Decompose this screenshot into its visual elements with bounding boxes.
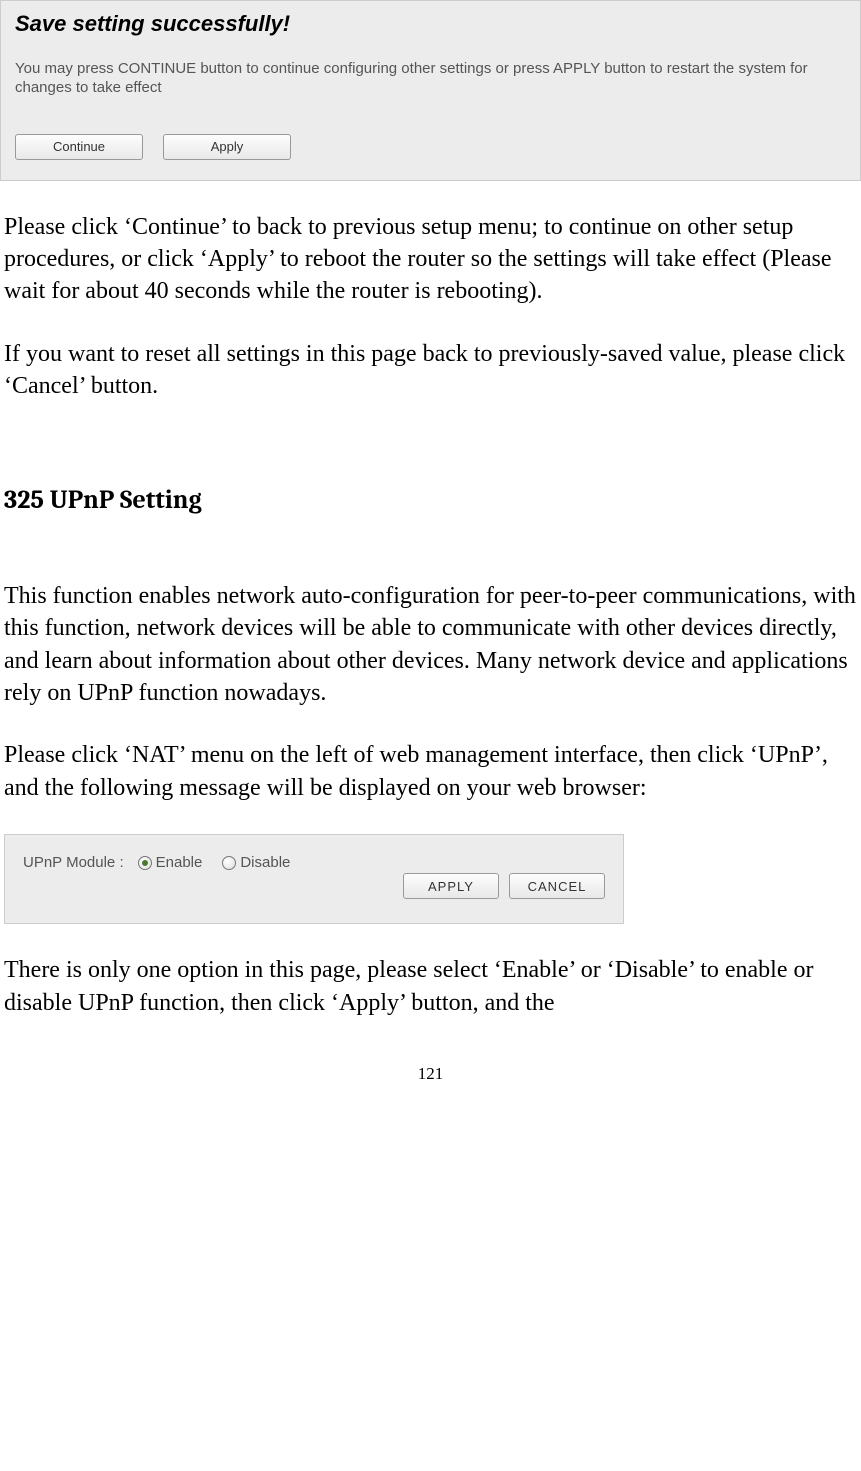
upnp-module-dialog: UPnP Module : Enable Disable APPLY CANCE… [4,834,624,924]
paragraph-nat-instruction: Please click ‘NAT’ menu on the left of w… [4,739,857,804]
upnp-cancel-button[interactable]: CANCEL [509,873,605,899]
upnp-disable-radio[interactable]: Disable [222,853,290,873]
page-content: Please click ‘Continue’ to back to previ… [0,211,861,1086]
save-setting-heading: Save setting successfully! [15,9,846,39]
upnp-module-label: UPnP Module : [23,853,124,873]
save-setting-description: You may press CONTINUE button to continu… [15,59,846,98]
upnp-enable-radio[interactable]: Enable [138,853,203,873]
upnp-disable-label: Disable [240,853,290,873]
paragraph-continue-apply: Please click ‘Continue’ to back to previ… [4,211,857,308]
dialog-button-row: Continue Apply [15,134,846,160]
save-setting-dialog: Save setting successfully! You may press… [0,0,861,181]
upnp-module-row: UPnP Module : Enable Disable [23,853,605,873]
radio-icon [138,856,152,870]
section-heading-upnp: 3­2­5 UPnP Setting [4,483,857,518]
upnp-apply-button[interactable]: APPLY [403,873,499,899]
continue-button[interactable]: Continue [15,134,143,160]
paragraph-upnp-desc: This function enables network auto-confi… [4,580,857,710]
upnp-button-row: APPLY CANCEL [403,873,605,899]
radio-icon [222,856,236,870]
page-number: 121 [4,1063,857,1086]
paragraph-cancel-hint: If you want to reset all settings in thi… [4,338,857,403]
apply-button[interactable]: Apply [163,134,291,160]
upnp-enable-label: Enable [156,853,203,873]
paragraph-enable-disable: There is only one option in this page, p… [4,954,857,1019]
